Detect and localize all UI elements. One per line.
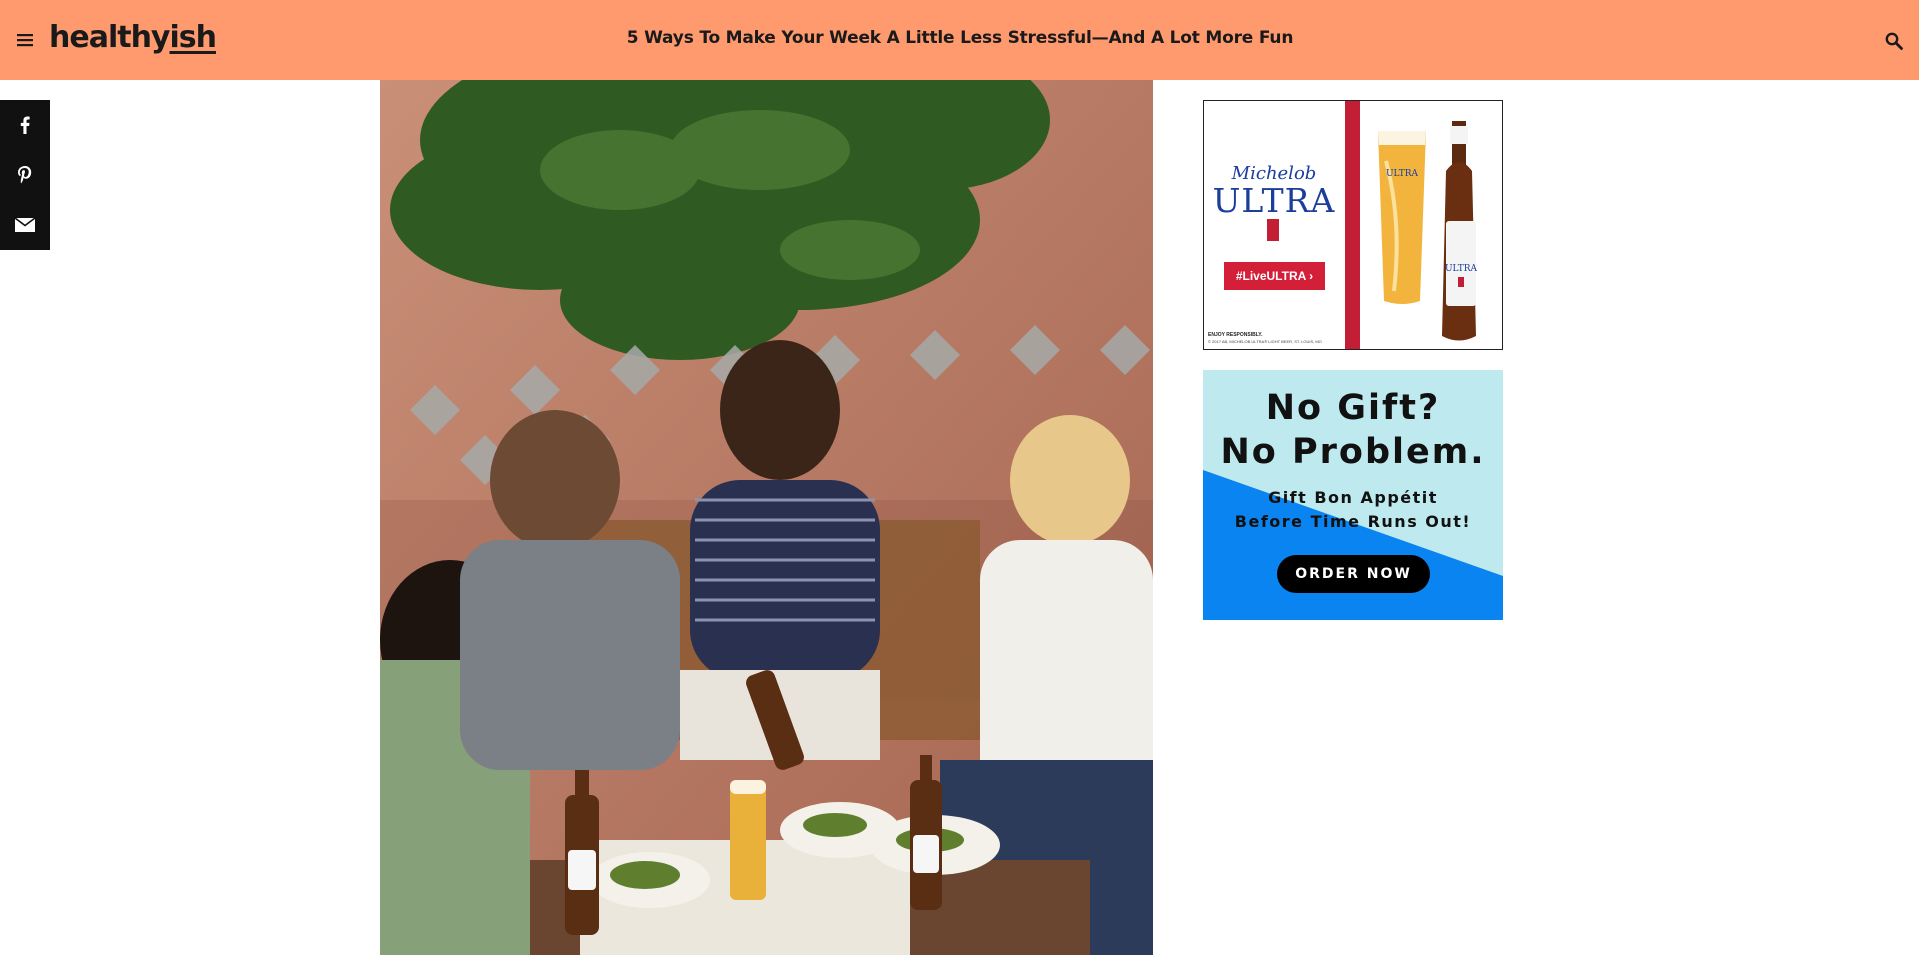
- ad-brand-name: ULTRA: [1212, 181, 1336, 220]
- search-icon[interactable]: [1882, 29, 1906, 53]
- hero-photo-illustration: [380, 80, 1153, 955]
- email-icon: [15, 218, 35, 232]
- ad-red-stripe: [1345, 101, 1360, 349]
- facebook-icon: [20, 116, 30, 134]
- hero-image: [380, 80, 1153, 955]
- ad-subtext-1: Gift Bon Appétit: [1268, 488, 1438, 507]
- search-icon-svg: [1885, 32, 1903, 50]
- ad-headline-2: No Problem.: [1220, 432, 1486, 472]
- live-ultra-button[interactable]: #LiveULTRA ›: [1224, 262, 1325, 290]
- share-rail: [0, 100, 50, 250]
- ad-headline-1: No Gift?: [1265, 388, 1441, 428]
- order-now-button[interactable]: ORDER NOW: [1277, 555, 1430, 593]
- michelob-ultra-ad[interactable]: Michelob ULTRA #LiveULTRA › ULTRA ULTRA …: [1203, 100, 1503, 350]
- bon-appetit-gift-ad[interactable]: No Gift? No Problem. Gift Bon Appétit Be…: [1203, 370, 1503, 620]
- article-headline-text: 5 Ways To Make Your Week A Little Less S…: [626, 28, 1294, 48]
- pinterest-share-button[interactable]: [0, 150, 50, 200]
- facebook-share-button[interactable]: [0, 100, 50, 150]
- ad-subtext-2: Before Time Runs Out!: [1234, 512, 1472, 531]
- beer-glass-and-bottle-image: ULTRA ULTRA: [1378, 121, 1478, 341]
- top-navigation-bar: healthyish 5 Ways To Make Your Week A Li…: [0, 0, 1919, 80]
- svg-text:ULTRA: ULTRA: [1386, 169, 1419, 179]
- ribbon-icon: [1267, 219, 1279, 241]
- email-share-button[interactable]: [0, 200, 50, 250]
- ad-fine-print-2: © 2017 AB, MICHELOB ULTRA® LIGHT BEER, S…: [1208, 339, 1322, 344]
- article-headline: 5 Ways To Make Your Week A Little Less S…: [0, 28, 1919, 48]
- svg-text:ULTRA: ULTRA: [1445, 264, 1478, 274]
- pinterest-icon: [18, 166, 32, 184]
- ad-fine-print-1: ENJOY RESPONSIBLY.: [1208, 332, 1263, 338]
